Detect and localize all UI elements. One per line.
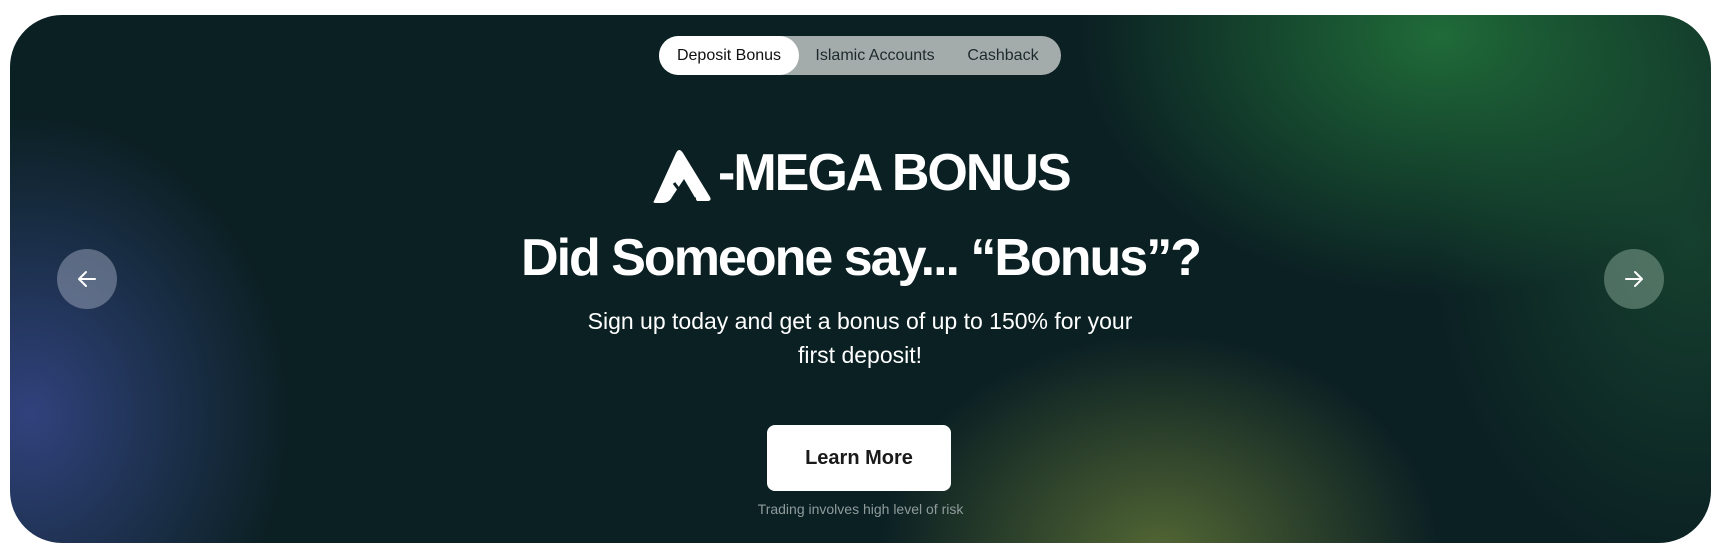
risk-disclaimer: Trading involves high level of risk bbox=[757, 501, 964, 517]
learn-more-button[interactable]: Learn More bbox=[767, 425, 951, 491]
subtitle: Sign up today and get a bonus of up to 1… bbox=[587, 308, 1133, 368]
prev-slide-button[interactable] bbox=[57, 249, 117, 309]
a-logo-icon bbox=[653, 150, 711, 203]
logo-text: -MEGA BONUS bbox=[718, 144, 1072, 202]
tab-cashback[interactable]: Cashback bbox=[951, 36, 1055, 75]
arrow-left-icon bbox=[78, 271, 96, 287]
promo-tabs: Deposit Bonus Islamic Accounts Cashback bbox=[659, 36, 1061, 75]
headline: Did Someone say... “Bonus”? bbox=[521, 229, 1202, 287]
arrow-right-icon bbox=[1625, 271, 1643, 287]
next-slide-button[interactable] bbox=[1604, 249, 1664, 309]
promo-banner: Deposit Bonus Islamic Accounts Cashback … bbox=[10, 15, 1711, 543]
tab-deposit-bonus[interactable]: Deposit Bonus bbox=[659, 36, 799, 75]
tab-islamic-accounts[interactable]: Islamic Accounts bbox=[803, 36, 947, 75]
